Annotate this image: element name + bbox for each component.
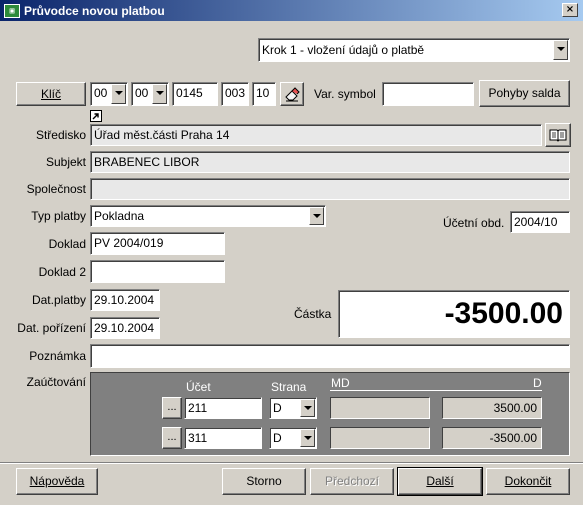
cancel-button[interactable]: Storno [222, 468, 306, 495]
eraser-icon [285, 87, 300, 102]
subjekt-field: BRABENEC LIBOR [90, 151, 570, 173]
strana-combo[interactable]: D [269, 397, 317, 419]
strana-header: Strana [271, 380, 307, 394]
chevron-down-icon[interactable] [300, 399, 315, 417]
castka-label: Částka [294, 307, 332, 321]
chevron-down-icon[interactable] [309, 207, 324, 225]
subjekt-label: Subjekt [45, 155, 86, 169]
ucet-field[interactable]: 211 [184, 397, 262, 419]
ucet-picker-button[interactable]: ... [162, 427, 182, 449]
finish-button[interactable]: Dokončit [486, 468, 570, 495]
strana-combo[interactable]: D [269, 427, 317, 449]
doklad2-label: Doklad 2 [38, 265, 86, 279]
stredisko-label: Středisko [35, 128, 86, 142]
castka-field[interactable]: -3500.00 [338, 290, 570, 338]
ucet-picker-button[interactable]: ... [162, 397, 182, 419]
balance-moves-button[interactable]: Pohyby salda [479, 80, 570, 107]
dat-platby-field[interactable]: 29.10.2004 [90, 289, 160, 311]
strana-value: D [273, 431, 282, 445]
md-header: MD [331, 376, 350, 390]
footer-divider-highlight [0, 463, 583, 464]
key-part1-value: 00 [94, 86, 108, 100]
md-field [330, 427, 430, 449]
book-icon [549, 129, 567, 142]
var-symbol-input[interactable] [382, 82, 474, 106]
step-combo[interactable]: Krok 1 - vložení údajů o platbě [258, 38, 570, 62]
spolecnost-label: Společnost [26, 182, 86, 196]
key-part1-combo[interactable]: 00 [90, 82, 128, 106]
key-part2-combo[interactable]: 00 [131, 82, 169, 106]
poznamka-label: Poznámka [29, 349, 86, 363]
shortcut-arrow-icon[interactable] [90, 110, 102, 122]
stredisko-field: Úřad měst.části Praha 14 [90, 124, 542, 146]
book-button[interactable] [545, 123, 571, 147]
ucetni-obd-label: Účetní obd. [443, 216, 505, 230]
key-button[interactable]: Klíč [16, 82, 86, 106]
zauctovani-label: Zaúčtování [26, 375, 86, 389]
strana-value: D [273, 401, 282, 415]
key-part2-value: 00 [135, 86, 149, 100]
app-icon: ▣ [4, 4, 20, 18]
previous-button[interactable]: Předchozí [310, 468, 394, 495]
dat-porizeni-label: Dat. pořízení [17, 321, 86, 335]
close-button[interactable]: × [562, 3, 578, 17]
d-field: 3500.00 [442, 397, 542, 419]
dat-platby-label: Dat.platby [31, 293, 86, 307]
key-part4-field[interactable]: 003 [221, 82, 249, 106]
help-button[interactable]: Nápověda [16, 468, 98, 495]
ucet-header: Účet [186, 380, 211, 394]
chevron-down-icon[interactable] [553, 40, 568, 60]
header-divider [330, 390, 542, 391]
chevron-down-icon[interactable] [111, 84, 126, 104]
var-symbol-label: Var. symbol [314, 87, 376, 101]
ucetni-obd-field[interactable]: 2004/10 [510, 211, 570, 233]
key-part5-field[interactable]: 10 [252, 82, 276, 106]
d-header: D [533, 376, 542, 390]
chevron-down-icon[interactable] [300, 429, 315, 447]
spolecnost-field [90, 178, 570, 200]
typ-platby-combo[interactable]: Pokladna [90, 205, 326, 227]
key-part3-field[interactable]: 0145 [172, 82, 218, 106]
doklad-field[interactable]: PV 2004/019 [90, 232, 225, 255]
step-combo-value: Krok 1 - vložení údajů o platbě [262, 43, 425, 57]
typ-platby-label: Typ platby [31, 209, 86, 223]
doklad-label: Doklad [48, 237, 86, 251]
poznamka-field[interactable] [90, 344, 570, 368]
window-title: Průvodce novou platbou [24, 4, 165, 18]
md-field [330, 397, 430, 419]
next-button[interactable]: Další [397, 467, 483, 496]
eraser-button[interactable] [280, 82, 304, 106]
typ-platby-value: Pokladna [94, 209, 145, 223]
d-field: -3500.00 [442, 427, 542, 449]
ucet-field[interactable]: 311 [184, 427, 262, 449]
chevron-down-icon[interactable] [152, 84, 167, 104]
doklad2-field[interactable] [90, 260, 225, 283]
dat-porizeni-field[interactable]: 29.10.2004 [90, 317, 160, 339]
